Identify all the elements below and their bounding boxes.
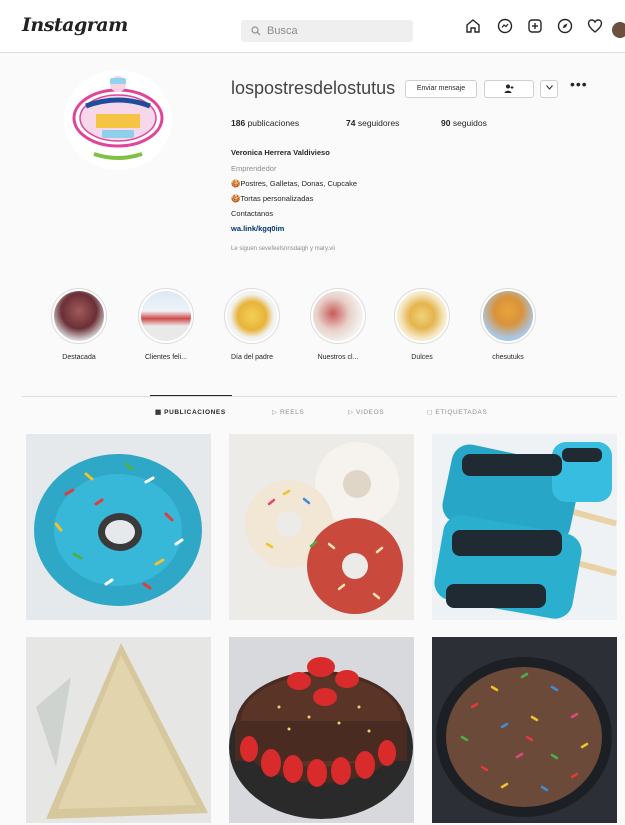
top-navigation-bar: Instagram Busca xyxy=(0,0,625,53)
search-icon xyxy=(251,20,261,44)
post-thumbnail[interactable] xyxy=(26,434,211,620)
tab-label: ETIQUETADAS xyxy=(435,409,488,416)
highlight-cover xyxy=(480,288,536,344)
post-thumbnail[interactable] xyxy=(26,637,211,823)
tagged-icon: ◻ xyxy=(427,409,433,416)
tab-etiquetadas[interactable]: ◻ ETIQUETADAS xyxy=(427,408,487,416)
highlight-item[interactable]: chesutuks xyxy=(473,288,543,361)
highlight-item[interactable]: Dulces xyxy=(387,288,457,361)
highlight-label: Destacada xyxy=(62,354,96,361)
messenger-icon[interactable] xyxy=(496,18,514,36)
highlight-item[interactable]: Nuestros cl... xyxy=(303,288,373,361)
tab-videos[interactable]: ▷ VIDEOS xyxy=(348,408,384,416)
bio-line-3: Contactanos xyxy=(231,209,274,218)
post-thumbnail[interactable] xyxy=(229,637,414,823)
profile-picture[interactable] xyxy=(64,70,172,170)
search-placeholder: Busca xyxy=(267,25,298,37)
heart-icon[interactable] xyxy=(586,18,604,36)
highlight-cover xyxy=(394,288,450,344)
highlight-label: Nuestros cl... xyxy=(317,354,359,361)
explore-icon[interactable] xyxy=(556,18,574,36)
new-post-icon[interactable] xyxy=(526,18,544,36)
post-thumbnail[interactable] xyxy=(432,637,617,823)
tab-label: VIDEOS xyxy=(356,409,385,416)
search-input[interactable]: Busca xyxy=(241,20,413,42)
posts-count: 186 publicaciones xyxy=(231,118,299,128)
reels-icon: ▷ xyxy=(272,409,278,416)
following-count[interactable]: 90 seguidos xyxy=(441,118,487,128)
active-tab-indicator xyxy=(150,395,232,396)
highlight-item[interactable]: Destacada xyxy=(44,288,114,361)
tab-reels[interactable]: ▷ REELS xyxy=(272,408,304,416)
highlight-label: Dulces xyxy=(411,354,433,361)
instagram-logo[interactable]: Instagram xyxy=(22,14,128,36)
chevron-down-icon xyxy=(545,85,553,92)
bio-line-1: 🍪Postres, Galletas, Donas, Cupcake xyxy=(231,179,358,188)
followers-number: 74 xyxy=(346,118,356,128)
tab-label: REELS xyxy=(280,409,305,416)
bio-line-2: 🍪Tortas personalizadas xyxy=(231,194,314,203)
highlight-label: chesutuks xyxy=(492,354,524,361)
followers-label: seguidores xyxy=(357,118,400,128)
suggestions-dropdown-button[interactable] xyxy=(540,80,558,98)
post-thumbnail[interactable] xyxy=(229,434,414,620)
video-icon: ▷ xyxy=(348,409,354,416)
highlight-item[interactable]: Clientes feli... xyxy=(131,288,201,361)
posts-label: publicaciones xyxy=(247,118,300,128)
home-icon[interactable] xyxy=(464,18,482,36)
tabs-divider xyxy=(22,396,617,397)
followed-by-text[interactable]: Le siguen sevefeelsnnsdaigh y mary.vii xyxy=(231,246,335,252)
highlight-cover xyxy=(51,288,107,344)
send-message-button[interactable]: Enviar mensaje xyxy=(405,80,477,98)
highlight-cover xyxy=(138,288,194,344)
grid-icon: ▦ xyxy=(155,409,162,416)
bio-link[interactable]: wa.link/kgq0im xyxy=(231,224,284,233)
post-thumbnail[interactable] xyxy=(432,434,617,620)
highlight-cover xyxy=(224,288,280,344)
highlight-cover xyxy=(310,288,366,344)
highlight-label: Día del padre xyxy=(230,354,274,361)
profile-username: lospostresdelostutus xyxy=(231,78,396,98)
tab-publicaciones[interactable]: ▦ PUBLICACIONES xyxy=(155,408,226,416)
profile-full-name: Veronica Herrera Valdivieso xyxy=(231,148,330,157)
highlight-label: Clientes feli... xyxy=(144,354,188,361)
followers-count[interactable]: 74 seguidores xyxy=(346,118,399,128)
nav-icons xyxy=(464,18,624,44)
avatar[interactable] xyxy=(612,22,625,38)
profile-category: Emprendedor xyxy=(231,164,277,173)
tab-label: PUBLICACIONES xyxy=(164,409,226,416)
highlight-item[interactable]: Día del padre xyxy=(217,288,287,361)
following-number: 90 xyxy=(441,118,451,128)
follow-button[interactable] xyxy=(484,80,534,98)
following-label: seguidos xyxy=(452,118,487,128)
more-options-icon[interactable]: ••• xyxy=(570,76,588,92)
follow-person-icon xyxy=(504,84,514,95)
posts-number: 186 xyxy=(231,118,246,128)
